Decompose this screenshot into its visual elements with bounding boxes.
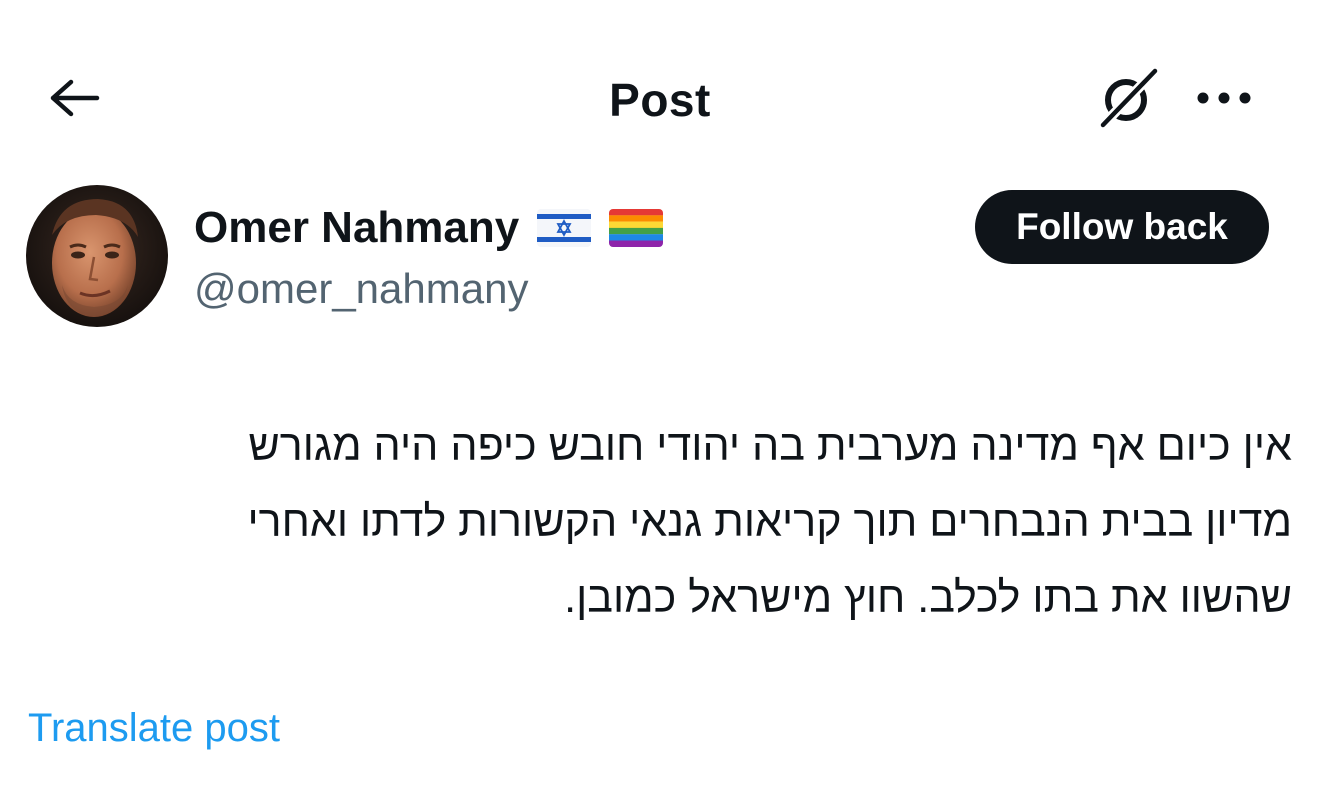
rainbow-flag-icon [609, 209, 664, 247]
translate-post-link[interactable]: Translate post [28, 702, 280, 754]
display-name-row[interactable]: Omer Nahmany [194, 198, 664, 258]
more-dots-icon [1195, 91, 1253, 110]
author-row: Omer Nahmany @omer_nahmany Follow back [0, 180, 1320, 340]
user-handle[interactable]: @omer_nahmany [194, 262, 528, 316]
post-text-line: שהשוו את בתו לכלב. חוץ מישראל כמובן. [564, 574, 1292, 622]
more-options-button[interactable] [1188, 72, 1260, 128]
grok-button[interactable] [1092, 64, 1164, 136]
post-text-line: אין כיום אף מדינה מערבית בה יהודי חובש כ… [248, 422, 1292, 470]
top-bar: Post [0, 0, 1320, 200]
post-text: אין כיום אף מדינה מערבית בה יהודי חובש כ… [40, 408, 1292, 636]
avatar[interactable] [26, 185, 168, 327]
israel-flag-icon [537, 209, 592, 247]
display-name: Omer Nahmany [194, 203, 520, 252]
grok-icon [1095, 65, 1161, 136]
post-text-line: מדיון בבית הנבחרים תוך קריאות גנאי הקשור… [247, 498, 1292, 546]
follow-back-button[interactable]: Follow back [975, 190, 1269, 264]
